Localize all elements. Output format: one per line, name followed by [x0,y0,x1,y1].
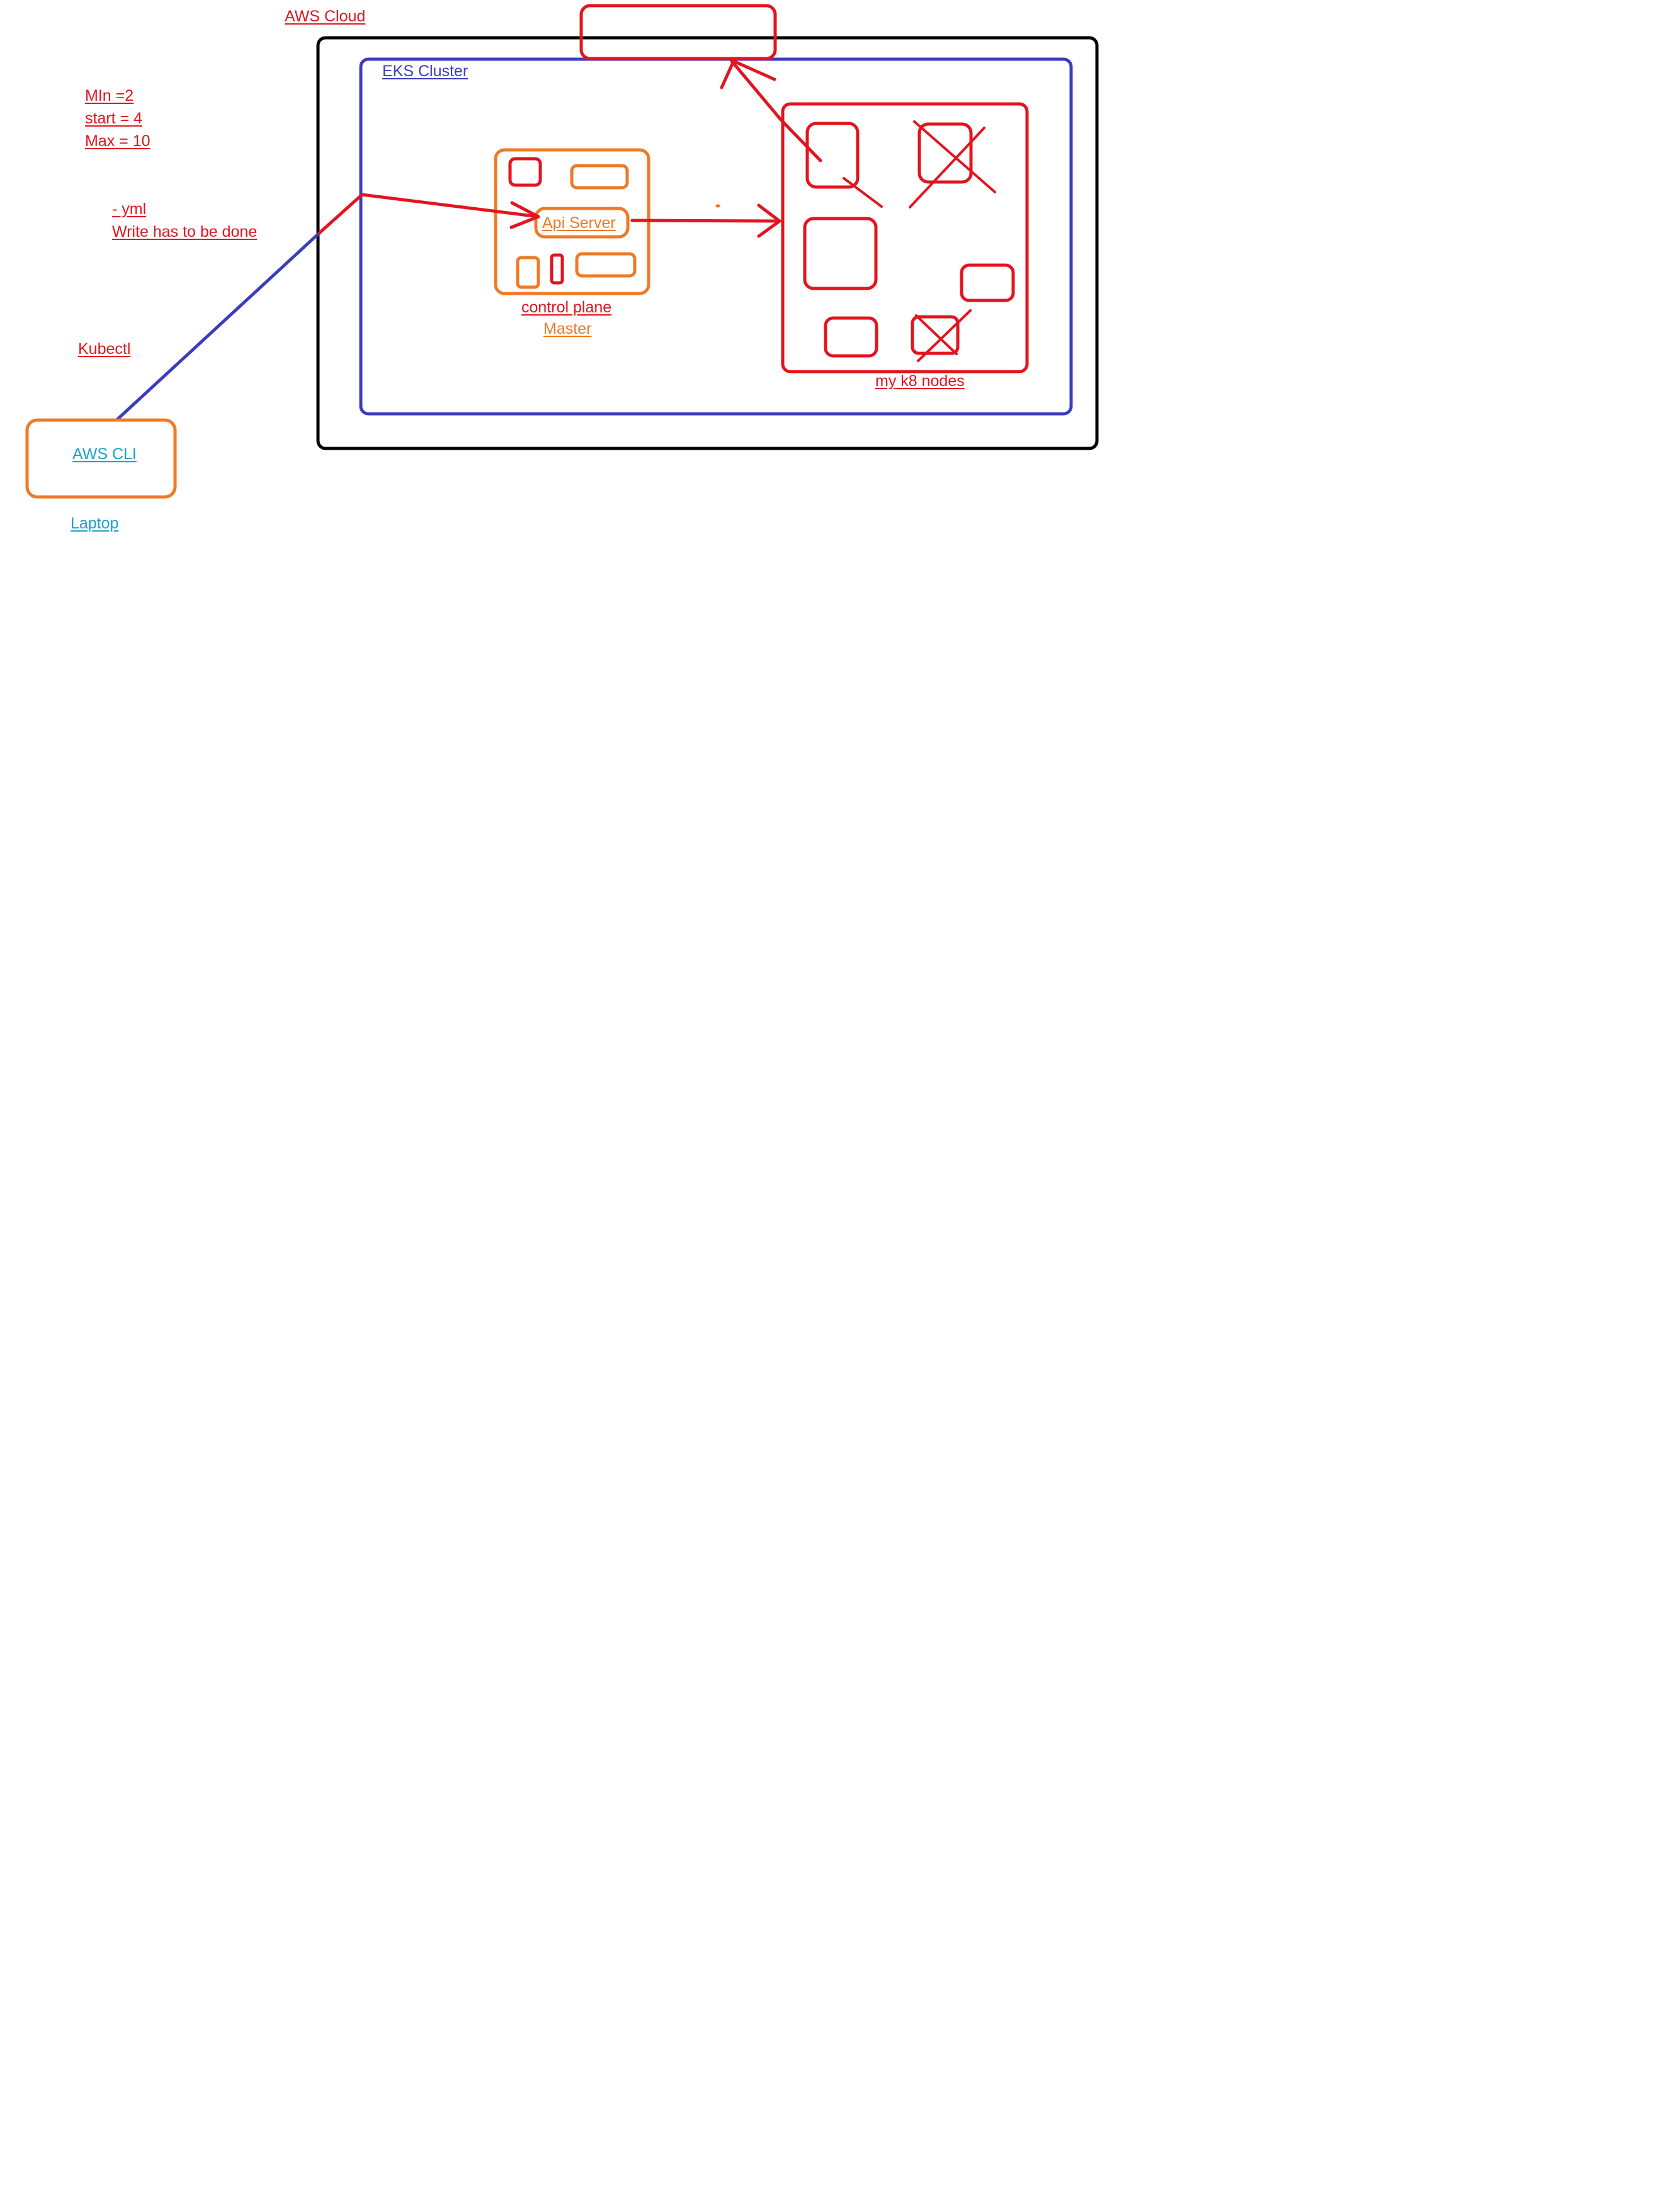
scaling-min: MIn =2 [85,87,134,105]
external-box [579,4,777,60]
api-server-label: Api Server [542,214,616,232]
aws-cloud-frame [316,36,1099,450]
nodes-label: my k8 nodes [875,372,965,390]
api-to-nodes-arrow [630,219,781,223]
cp-component-4 [550,253,564,285]
cp-component-5 [575,252,637,278]
aws-cli-label: AWS CLI [72,445,137,463]
node-to-external-arrow [730,59,822,162]
node-group-box [781,102,1029,373]
laptop-label: Laptop [71,515,119,532]
scaling-max: Max = 10 [85,132,150,150]
node-2-cross-b [909,127,985,208]
kubectl-red-line [317,193,540,235]
eks-cluster-frame [359,57,1073,416]
cp-component-1 [508,157,542,187]
node-3 [803,217,878,290]
node-5 [824,316,878,358]
scaling-start: start = 4 [85,110,143,127]
cp-component-2 [570,164,629,190]
yml-label: - yml [112,200,147,218]
node-6-cross-a [915,314,958,355]
node-4 [960,263,1015,302]
node-1-tail [843,177,883,208]
kubectl-label: Kubectl [78,340,131,358]
write-note: Write has to be done [112,223,258,241]
master-label: Master [543,320,592,338]
kubectl-blue-line [115,231,321,422]
aws-cloud-label: AWS Cloud [285,8,366,25]
cp-component-3 [516,256,540,289]
control-plane-label: control plane [521,299,612,316]
eks-cluster-label: EKS Cluster [382,62,468,80]
node-to-external-arrowhead [720,59,776,89]
diagram-canvas [25,4,1099,499]
